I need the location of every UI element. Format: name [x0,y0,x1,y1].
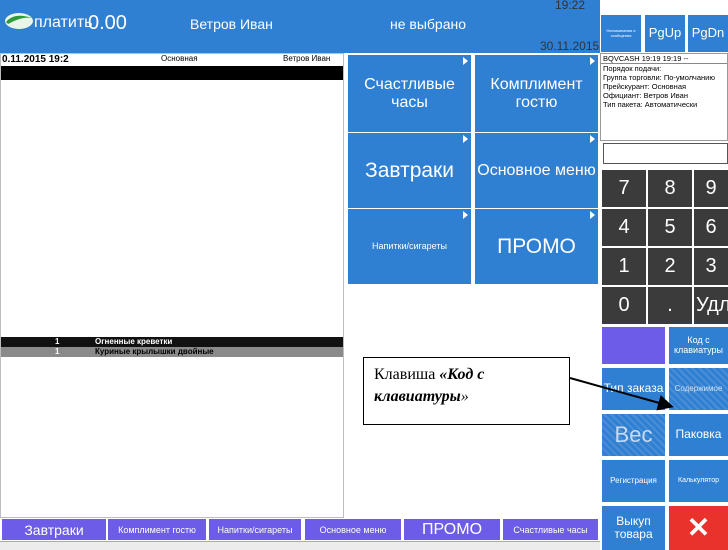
clock-time: 19:22 [555,0,586,12]
category-compliment[interactable]: Комплимент гостю [475,55,598,132]
item-qty: 1 [55,347,60,356]
callout-arrow-icon [569,377,674,411]
messages-button[interactable]: Напоминания и сообщения [601,15,641,52]
callout-suffix: » [460,388,469,405]
category-breakfast[interactable]: Завтраки [348,133,471,208]
weight-button[interactable]: Вес [602,414,665,456]
key-delete[interactable]: Удл [694,287,728,324]
order-selection-bar [1,66,343,80]
tab-promo[interactable]: ПРОМО [404,519,500,540]
submenu-arrow-icon [590,57,595,65]
order-date: 0.11.2015 19:2 [2,54,69,65]
category-promo[interactable]: ПРОМО [475,209,598,284]
key-5[interactable]: 5 [648,209,692,246]
order-row[interactable]: 1 Огненные креветки [1,337,343,347]
key-dot[interactable]: . [648,287,692,324]
pay-button[interactable]: платить [34,14,92,32]
close-icon[interactable]: ✕ [669,506,728,550]
submenu-arrow-icon [463,135,468,143]
key-3[interactable]: 3 [694,248,728,285]
category-label: Завтраки [365,158,454,182]
order-info-panel: BQVCASH 19:19 19:19 -- Порядок подачи: Г… [600,53,728,141]
code-from-keyboard-button[interactable]: Код с клавиатуры [669,327,728,364]
category-label: Комплимент гостю [490,75,583,111]
key-7[interactable]: 7 [602,170,646,207]
key-1[interactable]: 1 [602,248,646,285]
waiter-name: Ветров Иван [190,16,273,32]
submenu-arrow-icon [463,211,468,219]
category-label: Напитки/сигареты [372,240,447,251]
category-label: ПРОМО [497,234,576,258]
bottom-strip [0,541,600,550]
buyback-button[interactable]: Выкуп товара [602,506,665,550]
packing-button[interactable]: Паковка [669,414,728,456]
tab-drinks[interactable]: Напитки/сигареты [209,519,301,540]
info-line: Порядок подачи: [603,64,662,73]
submenu-arrow-icon [590,211,595,219]
category-main-menu[interactable]: Основное меню [475,133,598,208]
category-label: Основное меню [477,161,596,179]
order-total: 0.00 [88,12,127,34]
clock-date: 30.11.2015 [540,39,600,53]
header-bar: платить 0.00 Ветров Иван не выбрано 19:2… [0,0,600,53]
order-row[interactable]: 1 Куриные крылышки двойные [1,347,343,357]
order-panel[interactable]: 0.11.2015 19:2 Основная Ветров Иван 1 Ог… [0,53,344,518]
key-8[interactable]: 8 [648,170,692,207]
order-header: 0.11.2015 19:2 Основная Ветров Иван [1,54,343,66]
category-label: Счастливые часы [364,75,455,111]
item-name: Огненные креветки [95,337,173,346]
tab-compliment[interactable]: Комплимент гостю [108,519,206,540]
item-qty: 1 [55,337,60,346]
page-up-button[interactable]: PgUp [645,15,685,52]
order-type: Основная [161,54,198,63]
purple-button[interactable] [602,327,665,364]
submenu-arrow-icon [590,135,595,143]
info-line: Тип пакета: Автоматически [603,100,698,109]
category-happy-hours[interactable]: Счастливые часы [348,55,471,132]
tab-breakfast[interactable]: Завтраки [2,519,106,540]
item-name: Куриные крылышки двойные [95,347,214,356]
input-field[interactable] [603,143,728,164]
calculator-button[interactable]: Калькулятор [669,460,728,502]
tab-main-menu[interactable]: Основное меню [305,519,401,540]
order-waiter: Ветров Иван [283,54,331,63]
callout-annotation: Клавиша «Код с клавиатуры» [363,357,570,425]
page-down-button[interactable]: PgDn [688,15,728,52]
key-4[interactable]: 4 [602,209,646,246]
cloud-logo-icon [5,13,33,29]
key-0[interactable]: 0 [602,287,646,324]
key-9[interactable]: 9 [694,170,728,207]
info-line: Прейскурант: Основная [603,82,687,91]
table-selector[interactable]: не выбрано [390,16,466,32]
submenu-arrow-icon [463,57,468,65]
info-line: Группа торговли: По-умолчанию [603,73,715,82]
category-drinks[interactable]: Напитки/сигареты [348,209,471,284]
key-2[interactable]: 2 [648,248,692,285]
callout-prefix: Клавиша [374,366,440,383]
key-6[interactable]: 6 [694,209,728,246]
registration-button[interactable]: Регистрация [602,460,665,502]
info-line: BQVCASH 19:19 19:19 -- [601,54,727,64]
tab-happy-hours[interactable]: Счастливые часы [503,519,598,540]
info-line: Официант: Ветров Иван [603,91,688,100]
